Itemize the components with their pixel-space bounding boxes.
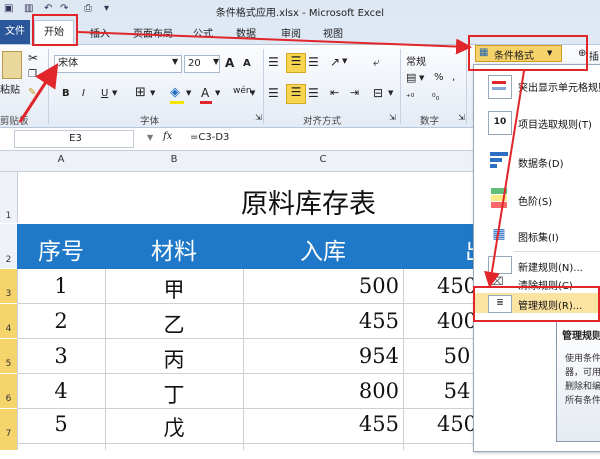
arrow-to-manage-rules: [483, 70, 525, 288]
arrow-to-home-tab: [18, 62, 59, 123]
annotation-arrows: [18, 31, 525, 288]
arrow-to-conditional-format: [77, 31, 472, 55]
